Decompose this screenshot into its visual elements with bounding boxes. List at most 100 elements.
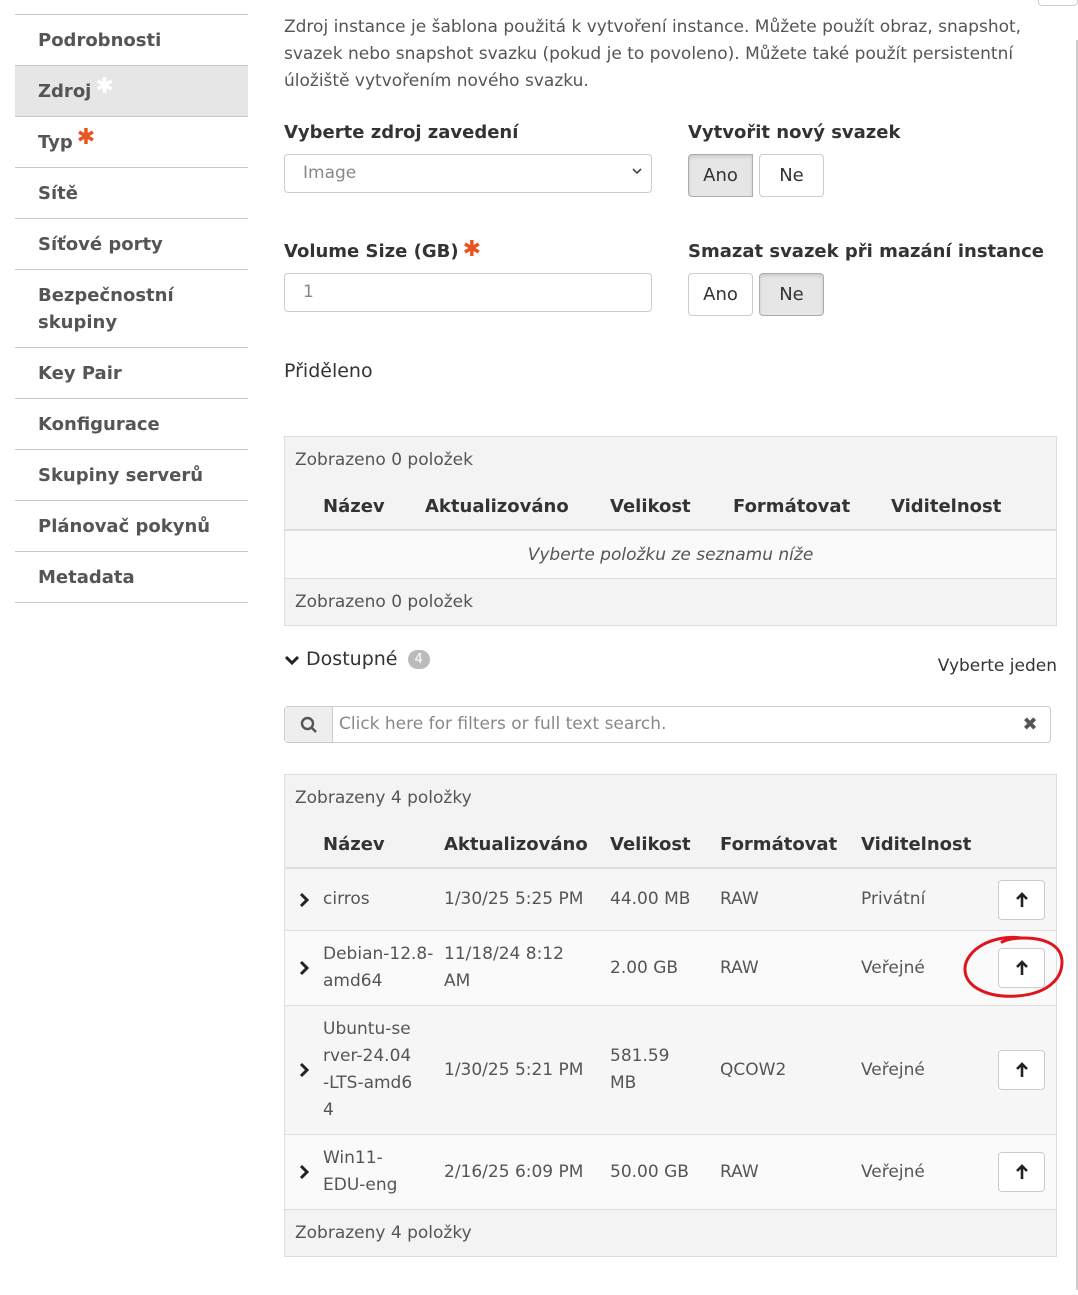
allocate-button[interactable] [998,1050,1045,1090]
search-bar: Click here for filters or full text sear… [284,706,1051,743]
available-table-header: Název Aktualizováno Velikost Formátovat … [285,821,1056,869]
chevron-right-icon[interactable] [285,1164,323,1180]
boot-source-label: Vyberte zdroj zavedení [284,122,519,143]
available-header: Dostupné 4 Vyberte jeden [284,648,1057,678]
row-updated: 11/18/24 8:12 AM [444,944,564,991]
sidebar-item-configuration[interactable]: Konfigurace [15,399,248,450]
intro-text: Zdroj instance je šablona použitá k vytv… [284,17,1022,91]
sidebar-item-label: Zdroj [38,81,92,102]
sidebar-item-security-groups[interactable]: Bezpečnostní skupiny [15,270,248,348]
row-format: RAW [720,1161,759,1182]
sidebar-item-label: Skupiny serverů [38,465,204,486]
row-visibility: Veřejné [861,1059,925,1080]
wizard-sidebar: Podrobnosti Zdroj ✱ Typ ✱ Sítě Síťové port… [15,14,248,603]
required-icon: ✱ [76,125,96,150]
chevron-right-icon[interactable] [285,892,323,908]
delete-volume-yes-button[interactable]: Ano [688,273,753,316]
new-volume-yes-button[interactable]: Ano [688,154,753,197]
volume-size-label-wrap: Volume Size (GB) ✱ [284,239,481,263]
row-updated: 2/16/25 6:09 PM [444,1161,584,1182]
sidebar-item-label: Bezpečnostní skupiny [38,285,174,333]
arrow-up-icon [1015,1164,1028,1179]
column-header-format[interactable]: Formátovat [720,831,861,858]
sidebar-item-network-ports[interactable]: Síťové porty [15,219,248,270]
sidebar-item-metadata[interactable]: Metadata [15,552,248,603]
delete-volume-label: Smazat svazek při mazání instance [688,241,1044,262]
table-row[interactable]: Win11-EDU-eng 2/16/25 6:09 PM 50.00 GB R… [285,1135,1056,1210]
row-visibility: Privátní [861,889,926,909]
column-header-format[interactable]: Formátovat [733,493,891,520]
available-caption: Zobrazeny 4 položky [295,788,472,808]
volume-size-label: Volume Size (GB) [284,241,459,262]
required-icon: ✱ [462,237,481,262]
column-header-visibility[interactable]: Viditelnost [861,831,971,858]
table-row[interactable]: Debian-12.8-amd64 11/18/24 8:12 AM 2.00 … [285,931,1056,1006]
allocated-table-header: Název Aktualizováno Velikost Formátovat … [285,483,1056,531]
sidebar-item-scheduler-hints[interactable]: Plánovač pokynů [15,501,248,552]
chevron-right-icon[interactable] [285,1062,323,1078]
boot-source-select[interactable]: Image [284,154,652,193]
sidebar-item-label: Typ [38,132,73,153]
column-header-visibility[interactable]: Viditelnost [891,493,1001,520]
chevron-right-icon[interactable] [285,960,323,976]
row-name: Win11-EDU-eng [323,1148,398,1195]
close-icon[interactable]: ✖ [1010,707,1050,742]
available-footer: Zobrazeny 4 položky [295,1223,472,1243]
sidebar-item-networks[interactable]: Sítě [15,168,248,219]
allocated-table: Zobrazeno 0 položek Název Aktualizováno … [284,436,1057,626]
delete-volume-toggle: Ano Ne [688,273,824,316]
allocated-footer: Zobrazeno 0 položek [295,592,473,612]
search-input[interactable]: Click here for filters or full text sear… [333,707,1010,742]
sidebar-item-label: Key Pair [38,363,122,384]
available-title: Dostupné [306,648,398,670]
sidebar-item-label: Metadata [38,567,135,588]
allocate-button[interactable] [998,879,1045,920]
column-header-size[interactable]: Velikost [610,831,720,858]
table-row[interactable]: cirros 1/30/25 5:25 PM 44.00 MB RAW Priv… [285,869,1056,931]
arrow-up-icon [1015,1062,1028,1077]
sidebar-item-label: Síťové porty [38,234,163,255]
row-updated: 1/30/25 5:25 PM [444,889,584,909]
allocated-empty-row: Vyberte položku ze seznamu níže [285,531,1056,579]
sidebar-item-flavor[interactable]: Typ ✱ [15,117,248,168]
row-format: QCOW2 [720,1059,787,1080]
sidebar-item-label: Plánovač pokynů [38,516,211,537]
row-format: RAW [720,957,759,978]
row-size: 50.00 GB [610,1161,689,1182]
arrow-up-icon [1015,891,1028,907]
column-header-size[interactable]: Velikost [610,493,733,520]
chevron-down-icon [631,165,643,180]
new-volume-label: Vytvořit nový svazek [688,122,901,143]
delete-volume-no-button[interactable]: Ne [759,273,824,316]
allocated-caption: Zobrazeno 0 položek [295,450,473,470]
annotation-circle [963,935,1064,998]
sidebar-item-details[interactable]: Podrobnosti [15,15,248,66]
column-header-name[interactable]: Název [323,831,444,858]
row-updated: 1/30/25 5:21 PM [444,1059,584,1080]
row-size: 2.00 GB [610,957,679,978]
allocated-title: Přiděleno [284,360,373,382]
column-header-updated[interactable]: Aktualizováno [425,493,610,520]
allocate-button[interactable] [998,1152,1045,1192]
new-volume-toggle: Ano Ne [688,154,824,197]
search-icon[interactable] [285,707,333,742]
volume-size-input[interactable]: 1 [284,273,652,312]
sidebar-item-source[interactable]: Zdroj ✱ [15,66,248,117]
available-count-badge: 4 [407,650,430,669]
new-volume-no-button[interactable]: Ne [759,154,824,197]
sidebar-item-label: Konfigurace [38,414,160,435]
required-icon: ✱ [95,74,114,99]
select-one-text: Vyberte jeden [937,656,1057,676]
window-corner [1038,0,1078,6]
available-table: Zobrazeny 4 položky Název Aktualizováno … [284,774,1057,1257]
chevron-down-icon [284,655,300,665]
sidebar-item-label: Podrobnosti [38,30,162,51]
column-header-updated[interactable]: Aktualizováno [444,831,610,858]
column-header-name[interactable]: Název [323,493,425,520]
table-row[interactable]: Ubuntu-server-24.04-LTS-amd64 1/30/25 5:… [285,1006,1056,1135]
available-toggle[interactable]: Dostupné 4 [284,648,430,670]
sidebar-item-key-pair[interactable]: Key Pair [15,348,248,399]
row-name: Ubuntu-server-24.04-LTS-amd64 [323,1019,413,1120]
sidebar-item-server-groups[interactable]: Skupiny serverů [15,450,248,501]
row-format: RAW [720,889,759,909]
